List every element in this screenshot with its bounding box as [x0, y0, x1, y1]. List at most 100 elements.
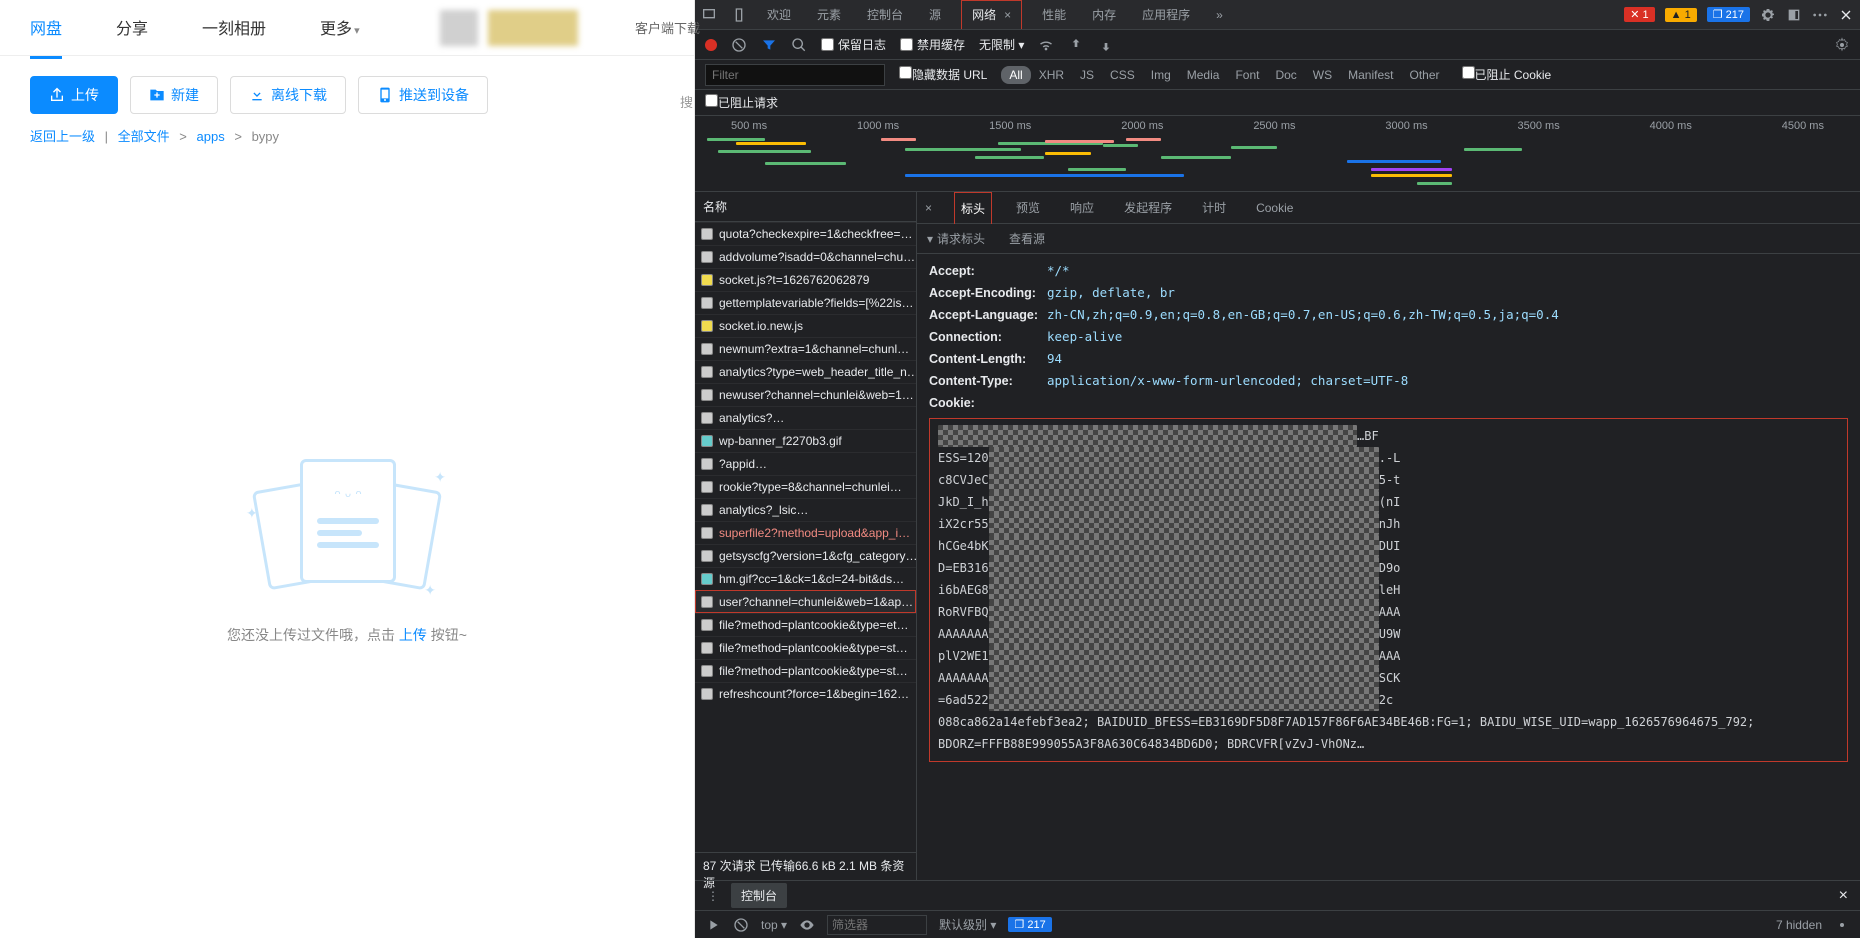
devtools-tab[interactable]: 元素	[811, 0, 847, 29]
devtools-tab[interactable]: 控制台	[861, 0, 909, 29]
request-row[interactable]: newnum?extra=1&channel=chunl…	[695, 337, 916, 360]
log-level-select[interactable]: 默认级别 ▾	[939, 916, 996, 933]
cloud-tab-more[interactable]: 更多▾	[320, 15, 360, 41]
request-row[interactable]: file?method=plantcookie&type=st…	[695, 659, 916, 682]
download-client-link[interactable]: 客户端下载	[635, 18, 700, 37]
filter-type-ws[interactable]: WS	[1305, 66, 1340, 84]
close-icon[interactable]	[1838, 7, 1854, 23]
filter-type-media[interactable]: Media	[1179, 66, 1228, 84]
filter-icon[interactable]	[761, 37, 777, 53]
request-row[interactable]: quota?checkexpire=1&checkfree=…	[695, 222, 916, 245]
request-headers-section[interactable]: ▾请求标头 查看源	[917, 224, 1860, 254]
breadcrumb-back[interactable]: 返回上一级	[30, 129, 95, 144]
download-har-icon[interactable]	[1098, 37, 1114, 53]
filter-type-other[interactable]: Other	[1402, 66, 1448, 84]
devtools-tab-network[interactable]: 网络	[961, 0, 1022, 29]
detail-tab-response[interactable]: 响应	[1064, 192, 1100, 223]
filter-type-manifest[interactable]: Manifest	[1340, 66, 1401, 84]
detail-tab-cookies[interactable]: Cookie	[1250, 194, 1299, 222]
context-select[interactable]: top ▾	[761, 918, 787, 932]
request-row[interactable]: socket.io.new.js	[695, 314, 916, 337]
user-area[interactable]	[440, 10, 578, 46]
request-row[interactable]: analytics?type=web_header_title_n…	[695, 360, 916, 383]
request-list-header[interactable]: 名称	[695, 192, 916, 222]
filter-type-all[interactable]: All	[1001, 66, 1030, 84]
blocked-cookies-checkbox[interactable]: 已阻止 Cookie	[1462, 66, 1552, 83]
filter-type-css[interactable]: CSS	[1102, 66, 1143, 84]
devtools-tab[interactable]: 源	[923, 0, 947, 29]
record-button[interactable]	[705, 39, 717, 51]
search-stub[interactable]: 搜	[680, 92, 693, 111]
detail-tab-preview[interactable]: 预览	[1010, 192, 1046, 223]
request-row[interactable]: newuser?channel=chunlei&web=1…	[695, 383, 916, 406]
gear-icon[interactable]	[1834, 917, 1850, 933]
detail-tab-timing[interactable]: 计时	[1196, 192, 1232, 223]
filter-type-doc[interactable]: Doc	[1267, 66, 1304, 84]
cloud-tab-album[interactable]: 一刻相册	[202, 15, 266, 41]
filter-type-js[interactable]: JS	[1072, 66, 1102, 84]
wifi-icon[interactable]	[1038, 37, 1054, 53]
cloud-tab-disk[interactable]: 网盘	[30, 15, 62, 41]
more-icon[interactable]: ⋮	[707, 889, 719, 903]
execute-icon[interactable]	[705, 917, 721, 933]
request-row[interactable]: analytics?_lsic…	[695, 498, 916, 521]
upload-button[interactable]: 上传	[30, 76, 118, 114]
view-source-link[interactable]: 查看源	[1009, 230, 1045, 247]
close-detail-icon[interactable]: ×	[925, 201, 932, 215]
dock-icon[interactable]	[1786, 7, 1802, 23]
disable-cache-checkbox[interactable]: 禁用缓存	[900, 36, 965, 53]
breadcrumb-item[interactable]: apps	[197, 129, 225, 144]
detail-tab-initiator[interactable]: 发起程序	[1118, 192, 1178, 223]
request-row[interactable]: rookie?type=8&channel=chunlei…	[695, 475, 916, 498]
blocked-requests-checkbox[interactable]: 已阻止请求	[705, 94, 778, 111]
clear-icon[interactable]	[731, 37, 747, 53]
gear-icon[interactable]	[1834, 37, 1850, 53]
network-timeline[interactable]: 500 ms1000 ms1500 ms2000 ms2500 ms3000 m…	[695, 116, 1860, 192]
throttle-select[interactable]: 无限制 ▾	[979, 36, 1024, 53]
request-row[interactable]: gettemplatevariable?fields=[%22is…	[695, 291, 916, 314]
filter-type-xhr[interactable]: XHR	[1031, 66, 1072, 84]
request-row[interactable]: analytics?…	[695, 406, 916, 429]
filter-type-font[interactable]: Font	[1227, 66, 1267, 84]
hide-data-urls-checkbox[interactable]: 隐藏数据 URL	[899, 66, 987, 83]
inspect-icon[interactable]	[701, 7, 717, 23]
request-row[interactable]: file?method=plantcookie&type=et…	[695, 613, 916, 636]
request-row[interactable]: addvolume?isadd=0&channel=chu…	[695, 245, 916, 268]
overflow-icon[interactable]: »	[1210, 2, 1229, 28]
error-badge[interactable]: ✕ 1	[1624, 7, 1654, 22]
warning-badge[interactable]: ▲ 1	[1665, 8, 1697, 22]
request-row[interactable]: hm.gif?cc=1&ck=1&cl=24-bit&ds…	[695, 567, 916, 590]
devtools-tab[interactable]: 性能	[1036, 0, 1072, 29]
upload-har-icon[interactable]	[1068, 37, 1084, 53]
search-icon[interactable]	[791, 37, 807, 53]
request-row[interactable]: user?channel=chunlei&web=1&ap…	[695, 590, 916, 613]
close-icon[interactable]: ×	[1839, 887, 1848, 905]
cloud-tab-share[interactable]: 分享	[116, 15, 148, 41]
device-toggle-icon[interactable]	[731, 7, 747, 23]
console-tab[interactable]: 控制台	[731, 883, 787, 908]
more-icon[interactable]	[1812, 7, 1828, 23]
eye-icon[interactable]	[799, 917, 815, 933]
detail-tab-headers[interactable]: 标头	[954, 192, 992, 224]
devtools-tab[interactable]: 内存	[1086, 0, 1122, 29]
empty-upload-link[interactable]: 上传	[399, 627, 427, 643]
request-row[interactable]: refreshcount?force=1&begin=162…	[695, 682, 916, 705]
gear-icon[interactable]	[1760, 7, 1776, 23]
breadcrumb-all[interactable]: 全部文件	[118, 129, 170, 144]
console-messages-badge[interactable]: ❐ 217	[1008, 917, 1051, 932]
request-row[interactable]: file?method=plantcookie&type=st…	[695, 636, 916, 659]
push-device-button[interactable]: 推送到设备	[358, 76, 488, 114]
request-row[interactable]: superfile2?method=upload&app_i…	[695, 521, 916, 544]
devtools-tab[interactable]: 应用程序	[1136, 0, 1196, 29]
request-row[interactable]: ?appid…	[695, 452, 916, 475]
new-button[interactable]: 新建	[130, 76, 218, 114]
offline-download-button[interactable]: 离线下载	[230, 76, 346, 114]
request-row[interactable]: socket.js?t=1626762062879	[695, 268, 916, 291]
request-row[interactable]: wp-banner_f2270b3.gif	[695, 429, 916, 452]
clear-console-icon[interactable]	[733, 917, 749, 933]
console-filter-input[interactable]	[827, 915, 927, 935]
filter-type-img[interactable]: Img	[1143, 66, 1179, 84]
filter-input[interactable]	[705, 64, 885, 86]
messages-badge[interactable]: ❐ 217	[1707, 7, 1750, 22]
request-row[interactable]: getsyscfg?version=1&cfg_category…	[695, 544, 916, 567]
